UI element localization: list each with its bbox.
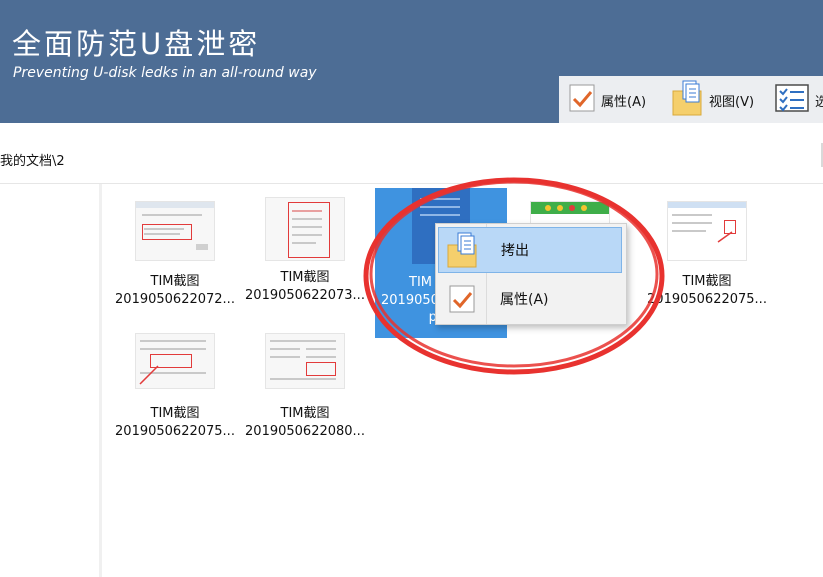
copy-folder-icon: [671, 79, 703, 121]
file-date: 2019050622075...: [115, 424, 235, 439]
file-name: TIM截图: [150, 274, 200, 289]
current-path[interactable]: 我的文档\2: [0, 150, 65, 169]
options-button[interactable]: 选: [775, 76, 823, 123]
file-thumbnail: [135, 333, 215, 389]
checklist-icon: [775, 83, 809, 116]
file-name: TIM截图: [150, 406, 200, 421]
file-item[interactable]: TIM截图 2019050622080...: [240, 333, 370, 441]
file-item[interactable]: TIM截图 2019050622075...: [642, 201, 772, 309]
file-thumbnail: [265, 333, 345, 389]
properties-button[interactable]: 属性(A): [569, 76, 646, 123]
checkmark-icon: [569, 84, 595, 116]
file-date: 2019050622075...: [647, 292, 767, 307]
properties-label: 属性(A): [601, 95, 647, 110]
context-menu: 拷出 属性(A): [435, 223, 627, 325]
menu-item-properties[interactable]: 属性(A): [438, 276, 622, 322]
file-item[interactable]: TIM截图 2019050622075...: [110, 333, 240, 441]
app-title: 全面防范U盘泄密: [12, 27, 261, 61]
file-name: TIM截图: [280, 270, 330, 285]
file-thumbnail: [667, 201, 747, 261]
file-item[interactable]: TIM截图 2019050622073...: [240, 197, 370, 305]
path-bar: 我的文档\2: [0, 123, 823, 184]
file-item[interactable]: TIM截图 2019050622072...: [110, 201, 240, 309]
toolbar: 属性(A) 视图(V) 选: [559, 76, 823, 123]
file-name: TIM截图: [280, 406, 330, 421]
copy-folder-icon: [439, 228, 487, 272]
checkmark-icon: [438, 276, 486, 322]
view-button[interactable]: 视图(V): [671, 76, 754, 123]
file-date: 2019050622080...: [245, 424, 365, 439]
menu-item-copy-out[interactable]: 拷出: [438, 227, 622, 273]
app-subtitle: Preventing U-disk ledks in an all-round …: [13, 65, 317, 81]
left-pane: [0, 184, 102, 577]
file-name: TIM截图: [682, 274, 732, 289]
menu-item-label: 拷出: [501, 243, 529, 259]
app-header: 全面防范U盘泄密 Preventing U-disk ledks in an a…: [0, 0, 823, 123]
file-date: 2019050622073...: [245, 288, 365, 303]
file-thumbnail: [265, 197, 345, 261]
file-date: 2019050622072...: [115, 292, 235, 307]
file-thumbnail: [135, 201, 215, 261]
menu-item-label: 属性(A): [500, 292, 549, 308]
view-label: 视图(V): [709, 95, 755, 110]
options-label: 选: [815, 95, 823, 110]
